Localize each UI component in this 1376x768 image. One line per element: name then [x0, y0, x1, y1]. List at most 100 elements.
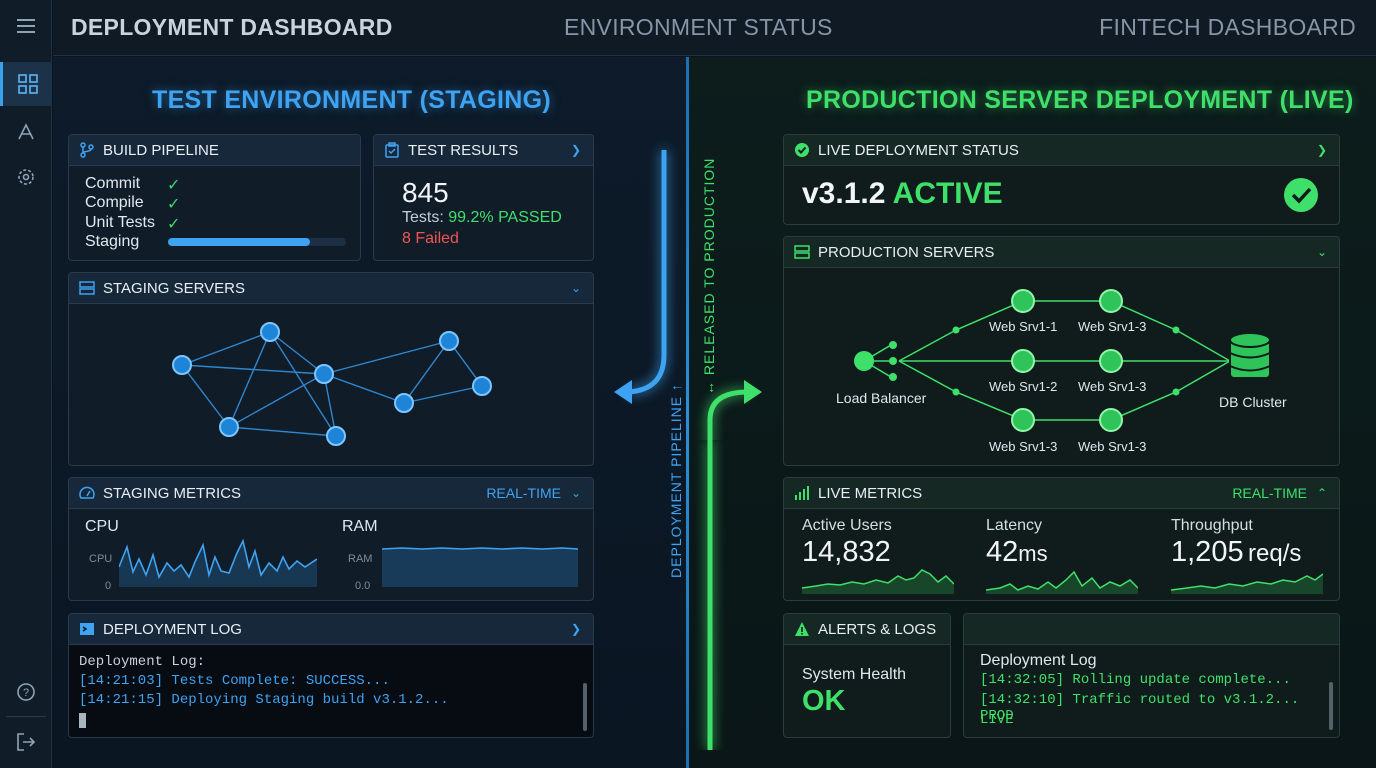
log-line: LIVE	[980, 712, 1014, 728]
production-section-title: PRODUCTION SERVER DEPLOYMENT (LIVE)	[806, 86, 1354, 114]
latency-sparkline	[986, 570, 1138, 594]
throughput-unit: req/s	[1248, 540, 1302, 567]
deployed-version: v3.1.2	[802, 177, 886, 210]
tests-passed: 99.2% PASSED	[448, 209, 562, 226]
chevron-down-icon[interactable]: ⌄	[571, 281, 581, 295]
staging-node[interactable]	[394, 393, 414, 413]
deployed-version-line: v3.1.2 ACTIVE	[802, 177, 1003, 211]
chevron-right-icon[interactable]: ❯	[571, 143, 581, 157]
production-log-title: Deployment Log	[980, 652, 1097, 669]
grid-icon[interactable]	[0, 62, 52, 106]
web-server-node[interactable]	[1011, 289, 1035, 313]
gear-icon[interactable]	[0, 155, 52, 199]
production-log-header	[964, 614, 1339, 645]
cpu-sparkline	[119, 538, 317, 587]
throughput-label: Throughput	[1171, 517, 1253, 534]
staging-node[interactable]	[260, 322, 280, 342]
staging-progress-track	[168, 238, 346, 246]
staging-node[interactable]	[314, 364, 334, 384]
web-server-label: Web Srv1-1	[989, 319, 1058, 334]
web-server-label: Web Srv1-3	[989, 439, 1058, 454]
rocket-icon[interactable]	[0, 110, 52, 154]
server-icon	[794, 244, 810, 260]
system-health-value: OK	[802, 685, 846, 717]
help-icon[interactable]: ?	[0, 670, 52, 714]
staging-metrics-header[interactable]: STAGING METRICS REAL-TIME ⌄	[69, 478, 593, 509]
sidebar: ?	[0, 0, 52, 768]
menu-icon[interactable]	[0, 4, 52, 48]
realtime-toggle[interactable]: REAL-TIME	[1232, 485, 1307, 501]
realtime-toggle[interactable]: REAL-TIME	[486, 485, 561, 501]
cursor	[79, 713, 86, 728]
scrollbar[interactable]	[583, 683, 587, 731]
build-pipeline-title: BUILD PIPELINE	[103, 141, 219, 159]
logout-icon[interactable]	[0, 720, 52, 764]
cpu-title: CPU	[85, 518, 119, 535]
test-results-header[interactable]: TEST RESULTS ❯	[374, 135, 593, 166]
bar-chart-icon	[794, 485, 810, 501]
staging-log-title: DEPLOYMENT LOG	[103, 620, 242, 638]
tests-summary: Tests: 99.2% PASSED	[402, 209, 562, 227]
chevron-down-icon[interactable]: ⌄	[1317, 245, 1327, 259]
chevron-right-icon[interactable]: ❯	[1317, 143, 1327, 157]
svg-text:?: ?	[23, 687, 29, 699]
production-log-panel: Deployment Log [14:32:05] Rolling update…	[963, 613, 1340, 738]
throughput-sparkline	[1171, 573, 1323, 594]
warning-icon	[794, 621, 810, 637]
web-server-node[interactable]	[1011, 408, 1035, 432]
released-to-production-label: ↔ RELEASED TO PRODUCTION	[701, 157, 717, 395]
alerts-header[interactable]: ALERTS & LOGS	[784, 614, 950, 645]
alerts-title: ALERTS & LOGS	[818, 620, 937, 638]
chevron-up-icon[interactable]: ⌃	[1317, 486, 1327, 500]
build-pipeline-header: BUILD PIPELINE	[69, 135, 360, 166]
staging-log-console: Deployment Log: [14:21:03] Tests Complet…	[69, 645, 593, 737]
tab-fintech-dashboard[interactable]: FINTECH DASHBOARD	[1099, 14, 1356, 41]
staging-servers-panel: STAGING SERVERS ⌄	[68, 272, 594, 466]
staging-log-header[interactable]: DEPLOYMENT LOG ❯	[69, 614, 593, 645]
web-server-label: Web Srv1-2	[989, 379, 1058, 394]
log-line: [14:32:05] Rolling update complete...	[980, 672, 1291, 688]
web-server-node[interactable]	[1099, 408, 1123, 432]
production-servers-panel: PRODUCTION SERVERS ⌄ Load Balancer DB Cl…	[783, 236, 1340, 466]
check-icon: ✓	[167, 216, 181, 233]
web-server-node[interactable]	[1011, 349, 1035, 373]
staging-metrics-title: STAGING METRICS	[103, 484, 242, 502]
status-ok-icon	[1284, 178, 1318, 212]
staging-node[interactable]	[439, 331, 459, 351]
staging-servers-title: STAGING SERVERS	[103, 279, 245, 297]
database-icon[interactable]	[1229, 332, 1271, 379]
step-unit-tests: Unit Tests	[85, 214, 155, 231]
staging-node[interactable]	[472, 376, 492, 396]
scrollbar[interactable]	[1329, 682, 1333, 730]
deployment-pipeline-label: DEPLOYMENT PIPELINE ↑	[668, 382, 684, 578]
deployment-state: ACTIVE	[892, 177, 1003, 210]
build-pipeline-panel: BUILD PIPELINE Commit ✓ Compile ✓ Unit T…	[68, 134, 361, 261]
check-circle-icon	[794, 142, 810, 158]
check-icon: ✓	[167, 177, 181, 194]
web-server-node[interactable]	[1099, 349, 1123, 373]
load-balancer-label: Load Balancer	[836, 390, 927, 406]
web-server-label: Web Srv1-3	[1078, 379, 1147, 394]
web-server-node[interactable]	[1099, 289, 1123, 313]
top-bar: DEPLOYMENT DASHBOARD ENVIRONMENT STATUS …	[53, 0, 1376, 56]
production-servers-header[interactable]: PRODUCTION SERVERS ⌄	[784, 237, 1339, 268]
staging-metrics-panel: STAGING METRICS REAL-TIME ⌄ CPU CPU 0 RA…	[68, 477, 594, 601]
tab-environment-status[interactable]: ENVIRONMENT STATUS	[564, 14, 833, 41]
staging-servers-header[interactable]: STAGING SERVERS ⌄	[69, 273, 593, 304]
staging-node[interactable]	[172, 355, 192, 375]
staging-node[interactable]	[326, 426, 346, 446]
chevron-right-icon[interactable]: ❯	[571, 622, 581, 636]
staging-node[interactable]	[219, 417, 239, 437]
live-metrics-header[interactable]: LIVE METRICS REAL-TIME ⌃	[784, 478, 1339, 509]
chevron-down-icon[interactable]: ⌄	[571, 486, 581, 500]
live-status-header[interactable]: LIVE DEPLOYMENT STATUS ❯	[784, 135, 1339, 166]
web-server-label: Web Srv1-3	[1078, 319, 1147, 334]
load-balancer-node[interactable]	[854, 351, 874, 371]
cpu-axis-zero: 0	[105, 580, 112, 592]
live-metrics-title: LIVE METRICS	[818, 484, 923, 502]
branch-icon	[79, 142, 95, 158]
clipboard-check-icon	[384, 142, 400, 158]
live-status-panel: LIVE DEPLOYMENT STATUS ❯ v3.1.2 ACTIVE	[783, 134, 1340, 225]
active-users-sparkline	[802, 569, 954, 594]
production-network-graph	[854, 289, 1271, 432]
